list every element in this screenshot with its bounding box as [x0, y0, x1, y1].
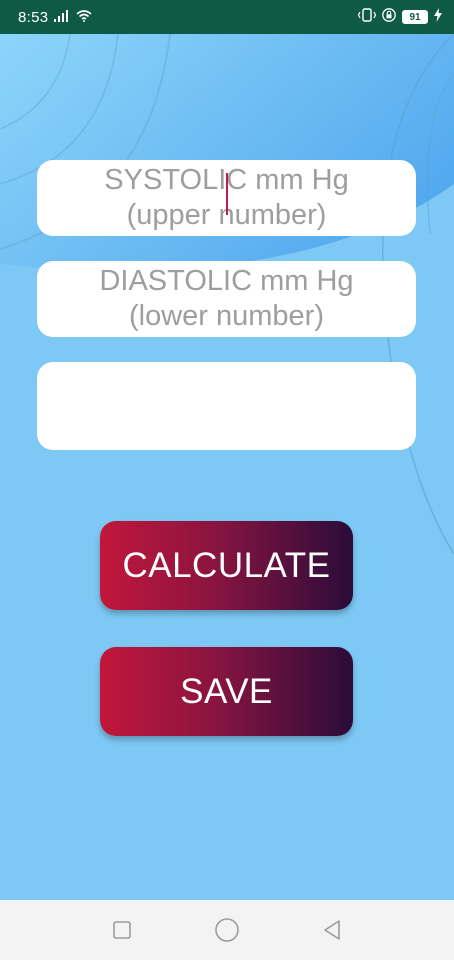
battery-icon: 91 — [402, 10, 428, 24]
save-button-label: SAVE — [180, 671, 273, 711]
diastolic-placeholder: DIASTOLIC mm Hg (lower number) — [99, 265, 354, 332]
back-icon[interactable] — [317, 915, 347, 945]
result-field[interactable] — [37, 362, 416, 450]
diastolic-input[interactable]: DIASTOLIC mm Hg (lower number) — [37, 261, 416, 337]
systolic-input[interactable]: SYSTOLIC mm Hg (upper number) — [37, 160, 416, 236]
signal-icon — [54, 9, 70, 26]
wifi-icon — [76, 9, 92, 26]
battery-level: 91 — [409, 11, 421, 23]
status-left: 8:53 — [18, 9, 92, 26]
lock-icon — [382, 8, 396, 26]
home-icon[interactable] — [212, 915, 242, 945]
app-background: SYSTOLIC mm Hg (upper number) DIASTOLIC … — [0, 34, 454, 900]
vibrate-icon — [357, 8, 377, 26]
status-right: 91 — [357, 8, 442, 26]
save-button[interactable]: SAVE — [100, 647, 353, 736]
status-time: 8:53 — [18, 8, 49, 26]
text-cursor — [226, 173, 228, 215]
recent-apps-icon[interactable] — [107, 915, 137, 945]
navigation-bar — [0, 900, 454, 960]
charging-icon — [434, 8, 442, 26]
calculate-button[interactable]: CALCULATE — [100, 521, 353, 610]
status-bar: 8:53 91 — [0, 0, 454, 34]
calculate-button-label: CALCULATE — [122, 545, 331, 585]
